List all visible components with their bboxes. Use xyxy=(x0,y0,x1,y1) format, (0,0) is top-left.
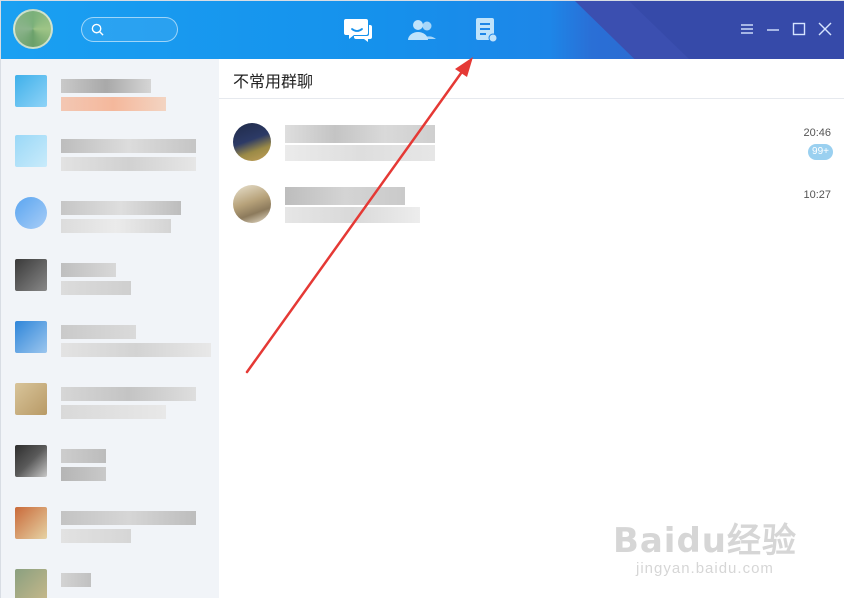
conversation-item[interactable] xyxy=(1,311,219,371)
conversation-preview-blurred xyxy=(61,467,106,481)
tab-messages[interactable] xyxy=(341,13,375,47)
baidu-jingyan-watermark: Baidu经验 jingyan.baidu.com xyxy=(613,513,797,577)
conversation-name-blurred xyxy=(61,511,196,525)
avatar xyxy=(15,135,47,167)
conversation-item[interactable] xyxy=(1,559,219,598)
group-name-blurred xyxy=(285,125,435,143)
group-row[interactable]: 10:27 xyxy=(219,173,844,233)
close-icon[interactable] xyxy=(817,21,833,37)
conversation-item[interactable] xyxy=(1,187,219,247)
conversation-item[interactable] xyxy=(1,65,219,125)
conversation-name-blurred xyxy=(61,573,91,587)
avatar xyxy=(15,75,47,107)
search-box[interactable] xyxy=(81,17,178,42)
group-preview-blurred xyxy=(285,145,435,161)
tab-notes[interactable] xyxy=(469,13,503,47)
minimize-icon[interactable] xyxy=(765,21,781,37)
main-nav xyxy=(341,13,503,47)
search-icon xyxy=(91,23,104,36)
conversation-item[interactable] xyxy=(1,125,219,185)
conversation-name-blurred xyxy=(61,449,106,463)
conversation-preview-blurred xyxy=(61,405,166,419)
conversation-name-blurred xyxy=(61,325,136,339)
user-avatar[interactable] xyxy=(13,9,53,49)
conversation-preview-blurred xyxy=(61,343,211,357)
avatar xyxy=(15,445,47,477)
avatar xyxy=(15,197,47,229)
conversation-name-blurred xyxy=(61,139,196,153)
notes-icon xyxy=(476,18,498,43)
group-name-blurred xyxy=(285,187,405,205)
title-bar xyxy=(1,1,844,59)
menu-icon[interactable] xyxy=(739,21,755,37)
window-controls xyxy=(739,21,833,37)
avatar xyxy=(15,383,47,415)
chat-icon xyxy=(344,19,372,42)
avatar xyxy=(15,569,47,598)
last-message-time: 20:46 xyxy=(803,127,831,139)
conversation-preview-blurred xyxy=(61,97,166,111)
avatar xyxy=(15,259,47,291)
tab-contacts[interactable] xyxy=(405,13,439,47)
app-window: 不常用群聊 20:46 99+ 10:27 Baidu经验 jingyan.ba… xyxy=(0,0,844,598)
unread-badge: 99+ xyxy=(808,144,833,160)
group-avatar xyxy=(233,123,271,161)
conversation-item[interactable] xyxy=(1,435,219,495)
conversation-preview-blurred xyxy=(61,157,196,171)
last-message-time: 10:27 xyxy=(803,189,831,201)
contacts-icon xyxy=(408,20,436,40)
conversation-preview-blurred xyxy=(61,529,131,543)
conversation-preview-blurred xyxy=(61,219,171,233)
page-title: 不常用群聊 xyxy=(233,74,314,91)
conversation-name-blurred xyxy=(61,201,181,215)
conversation-name-blurred xyxy=(61,79,151,93)
conversation-item[interactable] xyxy=(1,497,219,557)
avatar xyxy=(15,321,47,353)
watermark-url: jingyan.baidu.com xyxy=(636,560,774,577)
group-avatar xyxy=(233,185,271,223)
conversation-preview-blurred xyxy=(61,281,131,295)
conversation-name-blurred xyxy=(61,387,196,401)
panel-header: 不常用群聊 xyxy=(219,59,844,99)
conversation-name-blurred xyxy=(61,263,116,277)
group-preview-blurred xyxy=(285,207,420,223)
watermark-brand: Baidu经验 xyxy=(612,521,797,561)
avatar xyxy=(15,507,47,539)
conversation-sidebar xyxy=(1,59,219,598)
group-row[interactable]: 20:46 99+ xyxy=(219,111,844,171)
conversation-item[interactable] xyxy=(1,249,219,309)
conversation-item[interactable] xyxy=(1,373,219,433)
maximize-icon[interactable] xyxy=(791,21,807,37)
